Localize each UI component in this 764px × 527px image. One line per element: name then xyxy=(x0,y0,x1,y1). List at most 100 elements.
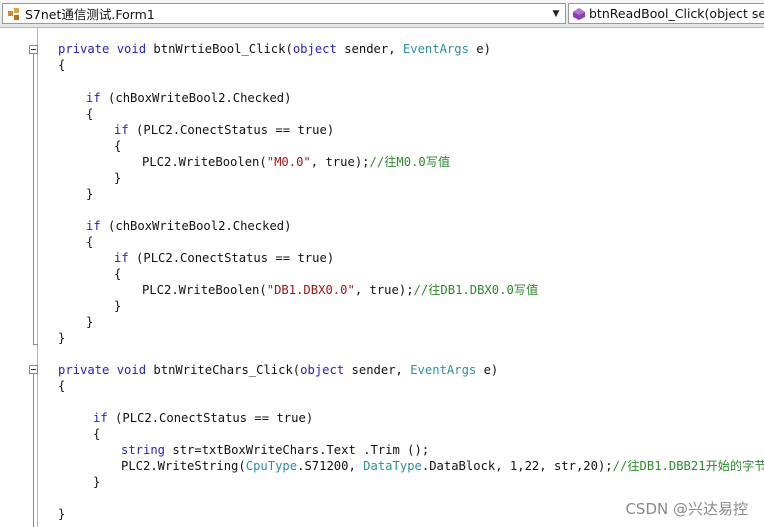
code-line[interactable]: { xyxy=(58,379,65,393)
collapse-icon[interactable] xyxy=(29,365,38,374)
keyword-token: void xyxy=(116,363,154,377)
code-line[interactable]: if (PLC2.ConectStatus == true) xyxy=(93,411,313,425)
code-token: .DataBlock, 1,22, str,20); xyxy=(421,459,613,473)
code-token: } xyxy=(114,299,122,313)
code-line[interactable]: private void btnWriteChars_Click(object … xyxy=(58,363,498,377)
comment-token: //往DB1.DBX0.0写值 xyxy=(413,283,539,297)
keyword-token: if xyxy=(93,411,116,425)
class-dropdown-label: S7net通信测试.Form1 xyxy=(25,7,155,22)
code-token: e) xyxy=(483,363,499,377)
code-token: (PLC2.ConectStatus == xyxy=(115,411,277,425)
code-line[interactable]: PLC2.WriteBoolen("DB1.DBX0.0", true);//往… xyxy=(142,283,538,297)
outline-line xyxy=(33,370,34,527)
code-token: { xyxy=(58,58,66,72)
member-dropdown-label: btnReadBool_Click(object send xyxy=(589,6,764,21)
keyword-token: string xyxy=(121,443,173,457)
code-token: PLC2.WriteString( xyxy=(121,459,246,473)
code-line[interactable]: if (chBoxWriteBool2.Checked) xyxy=(86,91,291,105)
code-line[interactable]: string str=txtBoxWriteChars.Text .Trim (… xyxy=(121,443,429,457)
code-token: } xyxy=(58,331,66,345)
code-line[interactable]: { xyxy=(86,235,93,249)
keyword-token: object xyxy=(292,42,345,56)
member-dropdown[interactable]: btnReadBool_Click(object send xyxy=(568,3,764,24)
comment-token: //往M0.0写值 xyxy=(369,155,451,169)
string-token: "DB1.DBX0.0" xyxy=(266,283,355,297)
code-line[interactable]: } xyxy=(114,299,121,313)
code-token: ) xyxy=(326,251,335,265)
code-line[interactable]: { xyxy=(114,267,121,281)
code-token: str=txtBoxWriteChars.Text .Trim (); xyxy=(172,443,430,457)
class-icon xyxy=(6,6,22,22)
keyword-token: if xyxy=(114,251,137,265)
code-line[interactable]: { xyxy=(86,107,93,121)
code-token: sender, xyxy=(344,42,403,56)
keyword-token: object xyxy=(300,363,352,377)
code-token: (PLC2.ConectStatus == xyxy=(136,251,298,265)
outline-line xyxy=(33,50,34,344)
code-token: { xyxy=(86,107,94,121)
code-line[interactable]: } xyxy=(58,331,65,345)
type-token: EventArgs xyxy=(402,42,477,56)
code-token: e) xyxy=(476,42,491,56)
code-line[interactable]: if (PLC2.ConectStatus == true) xyxy=(114,251,334,265)
type-token: DataType xyxy=(363,459,422,473)
code-token: true xyxy=(325,155,355,169)
code-token: .S71200, xyxy=(297,459,364,473)
code-token: ); xyxy=(354,155,370,169)
chevron-down-icon[interactable]: ▼ xyxy=(549,6,563,21)
code-token: PLC2.WriteBoolen( xyxy=(142,155,267,169)
code-line[interactable]: PLC2.WriteString(CpuType.S71200, DataTyp… xyxy=(121,459,764,473)
comment-token: //往DB1.DBB21开始的字节写 xyxy=(612,459,764,473)
code-line[interactable]: } xyxy=(86,187,93,201)
code-line[interactable]: { xyxy=(93,427,100,441)
code-token: , xyxy=(310,155,326,169)
string-token: "M0.0" xyxy=(266,155,311,169)
code-token: { xyxy=(114,267,122,281)
code-token: true xyxy=(276,411,306,425)
keyword-token: if xyxy=(86,219,109,233)
code-token: } xyxy=(86,187,94,201)
code-token: PLC2.WriteBoolen( xyxy=(142,283,267,297)
code-token: btnWriteChars_Click( xyxy=(153,363,301,377)
code-token: ); xyxy=(398,283,414,297)
code-token: (chBoxWriteBool2.Checked) xyxy=(108,91,292,105)
code-line[interactable]: if (PLC2.ConectStatus == true) xyxy=(114,123,334,137)
code-token: (PLC2.ConectStatus == xyxy=(136,123,298,137)
navigation-bar: S7net通信测试.Form1 ▼ btnReadBool_Click(obje… xyxy=(0,0,764,28)
method-icon xyxy=(572,6,586,22)
code-token: { xyxy=(93,427,101,441)
code-token: { xyxy=(114,139,122,153)
keyword-token: if xyxy=(86,91,109,105)
code-token: sender, xyxy=(351,363,411,377)
code-token: } xyxy=(93,475,101,489)
code-line[interactable]: PLC2.WriteBoolen("M0.0", true);//往M0.0写值 xyxy=(142,155,450,169)
code-token: , xyxy=(354,283,370,297)
code-line[interactable]: } xyxy=(114,171,121,185)
code-editor[interactable]: private void btnWrtieBool_Click(object s… xyxy=(0,28,764,527)
class-dropdown[interactable]: S7net通信测试.Form1 ▼ xyxy=(2,3,566,24)
code-line[interactable]: { xyxy=(58,58,65,72)
code-line[interactable]: } xyxy=(86,315,93,329)
code-token: } xyxy=(86,315,94,329)
code-line[interactable]: private void btnWrtieBool_Click(object s… xyxy=(58,42,491,56)
type-token: EventArgs xyxy=(410,363,484,377)
watermark: CSDN @兴达易控 xyxy=(625,500,748,518)
editor-margin xyxy=(37,28,38,527)
code-line[interactable]: if (chBoxWriteBool2.Checked) xyxy=(86,219,291,233)
code-token: } xyxy=(114,171,122,185)
code-line[interactable]: } xyxy=(93,475,100,489)
code-token: (chBoxWriteBool2.Checked) xyxy=(108,219,292,233)
code-token: { xyxy=(58,379,66,393)
outline-end-tick xyxy=(33,344,38,345)
code-line[interactable]: } xyxy=(58,507,65,521)
code-token: true xyxy=(297,251,327,265)
code-line[interactable]: { xyxy=(114,139,121,153)
keyword-token: private xyxy=(58,42,117,56)
code-token: ) xyxy=(326,123,335,137)
collapse-icon[interactable] xyxy=(29,45,38,54)
type-token: CpuType xyxy=(245,459,298,473)
code-token: btnWrtieBool_Click( xyxy=(153,42,293,56)
keyword-token: void xyxy=(116,42,154,56)
keyword-token: private xyxy=(58,363,117,377)
code-token: ) xyxy=(305,411,314,425)
